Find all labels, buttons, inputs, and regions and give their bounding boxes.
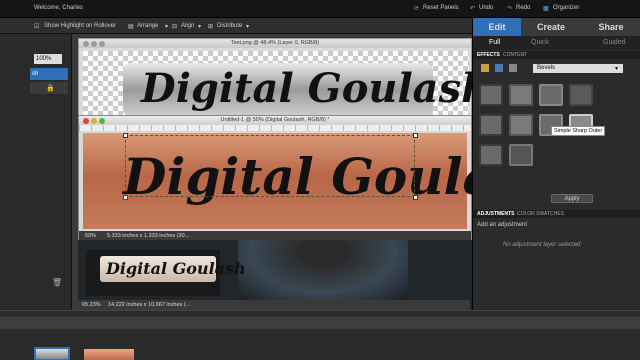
redo-button[interactable]: Redo bbox=[516, 5, 530, 11]
subtab-quick[interactable]: Quick bbox=[531, 39, 549, 46]
adjustments-tab[interactable]: ADJUSTMENTS bbox=[477, 211, 515, 217]
edit-panel: Edit Create Share Full Quick Guided EFFE… bbox=[472, 18, 640, 310]
bin-toolbar bbox=[0, 317, 640, 329]
doc-front-size: 5.333 inches x 1.333 inches (30... bbox=[107, 233, 190, 239]
content-tab[interactable]: CONTENT bbox=[503, 52, 527, 58]
align-menu[interactable]: Align bbox=[181, 23, 194, 29]
bevel-thumb[interactable] bbox=[509, 114, 533, 136]
tab-create[interactable]: Create bbox=[521, 18, 581, 36]
transform-handle[interactable] bbox=[413, 195, 418, 200]
chevron-down-icon[interactable]: ▾ bbox=[615, 65, 618, 72]
filters-icon[interactable] bbox=[495, 64, 503, 72]
layer-row-selected[interactable]: sh bbox=[30, 68, 68, 80]
photo-plate: Digital Goulash bbox=[100, 256, 246, 282]
no-adjustment-message: No adjustment layer selected bbox=[503, 242, 581, 248]
photo-size: 14.222 inches x 10.667 inches (... bbox=[108, 302, 191, 308]
zoom-select[interactable]: 100% bbox=[34, 54, 62, 64]
effects-dropdown[interactable]: Bevels bbox=[533, 64, 623, 73]
photo-effects-icon[interactable] bbox=[509, 64, 517, 72]
color-swatches-tab[interactable]: COLOR SWATCHES bbox=[517, 211, 564, 217]
add-adjustment-label: Add an adjustment bbox=[477, 222, 528, 228]
copper-plate: Digital Goulash bbox=[83, 133, 560, 229]
organizer-icon[interactable]: ▦ bbox=[543, 5, 549, 12]
layers-panel: 100% sh 🔒 🗑 bbox=[0, 34, 72, 310]
photo-zoom[interactable]: 65.23% bbox=[82, 302, 101, 308]
transform-bounding-box[interactable] bbox=[125, 135, 415, 197]
transform-handle[interactable] bbox=[123, 133, 128, 138]
tooltip: Simple Sharp Outer bbox=[551, 126, 606, 136]
arrange-menu[interactable]: Arrange bbox=[137, 23, 158, 29]
transform-handle[interactable] bbox=[123, 195, 128, 200]
bevel-thumb[interactable] bbox=[479, 84, 503, 106]
doc-title-untitled: Untitled-1 @ 50% (Digital Goulash, RGB/8… bbox=[220, 117, 330, 123]
reset-panels-icon[interactable]: ⟳ bbox=[414, 5, 419, 12]
arrange-icon[interactable]: ▤ bbox=[128, 23, 134, 30]
distribute-chevron-down-icon[interactable]: ▾ bbox=[246, 23, 249, 30]
doc-front-zoom[interactable]: 50% bbox=[85, 233, 96, 239]
doc-window-test[interactable]: Test.png @ 48.4% (Layer 0, RGB/8) Digita… bbox=[78, 38, 490, 118]
align-icon[interactable]: ⊟ bbox=[172, 23, 177, 30]
align-chevron-down-icon[interactable]: ▾ bbox=[198, 23, 201, 30]
effects-tab[interactable]: EFFECTS bbox=[477, 52, 500, 58]
arrange-chevron-down-icon[interactable]: ▾ bbox=[165, 23, 168, 30]
undo-button[interactable]: Undo bbox=[479, 5, 493, 11]
silver-plate: Digital Goulash bbox=[123, 63, 490, 117]
undo-icon[interactable]: ↶ bbox=[470, 5, 475, 12]
bevel-thumb[interactable] bbox=[479, 144, 503, 166]
apply-button[interactable]: Apply bbox=[551, 194, 593, 203]
doc-title-test: Test.png @ 48.4% (Layer 0, RGB/8) bbox=[230, 40, 320, 46]
organizer-button[interactable]: Organizer bbox=[553, 5, 579, 11]
show-highlight-label: Show Highlight on Rollover bbox=[44, 23, 117, 29]
doc-window-untitled[interactable]: Untitled-1 @ 50% (Digital Goulash, RGB/8… bbox=[78, 115, 560, 242]
doc-window-photo[interactable]: Digital Goulash 65.23% 14.222 inches x 1… bbox=[78, 240, 472, 310]
reset-panels-button[interactable]: Reset Panels bbox=[423, 5, 459, 11]
app-window: Welcome, Charles ⟳ Reset Panels ↶ Undo ↷… bbox=[0, 0, 640, 360]
bevel-thumb[interactable] bbox=[539, 84, 563, 106]
distribute-menu[interactable]: Distribute bbox=[217, 23, 242, 29]
bevel-thumb[interactable] bbox=[509, 84, 533, 106]
bin-thumb-untitled[interactable] bbox=[84, 349, 134, 360]
highlight-checkbox[interactable]: ☑ bbox=[34, 23, 39, 30]
doc-back-text: Digital Goulash bbox=[141, 65, 491, 112]
tab-edit[interactable]: Edit bbox=[473, 18, 521, 36]
photo-text: Digital Goulash bbox=[106, 259, 246, 278]
transform-handle[interactable] bbox=[413, 133, 418, 138]
lock-icon: 🔒 bbox=[46, 85, 55, 92]
layer-styles-icon[interactable] bbox=[481, 64, 489, 72]
subtab-guided[interactable]: Guided bbox=[603, 39, 626, 46]
subtab-full[interactable]: Full bbox=[489, 39, 500, 46]
tab-share[interactable]: Share bbox=[581, 18, 640, 36]
top-bar: Welcome, Charles ⟳ Reset Panels ↶ Undo ↷… bbox=[0, 0, 640, 18]
redo-icon[interactable]: ↷ bbox=[507, 5, 512, 12]
bevel-thumb[interactable] bbox=[569, 84, 593, 106]
welcome-text: Welcome, Charles bbox=[34, 5, 83, 11]
options-bar: ☑ Show Highlight on Rollover ▤ Arrange ▾… bbox=[0, 18, 472, 34]
distribute-icon[interactable]: ⊞ bbox=[208, 23, 213, 30]
bin-thumb-test[interactable] bbox=[34, 347, 70, 360]
photo-image bbox=[238, 240, 408, 300]
trash-icon[interactable]: 🗑 bbox=[52, 278, 62, 287]
ruler bbox=[79, 125, 471, 131]
bevel-thumb[interactable] bbox=[479, 114, 503, 136]
project-bin bbox=[0, 310, 640, 360]
bevel-thumb[interactable] bbox=[509, 144, 533, 166]
